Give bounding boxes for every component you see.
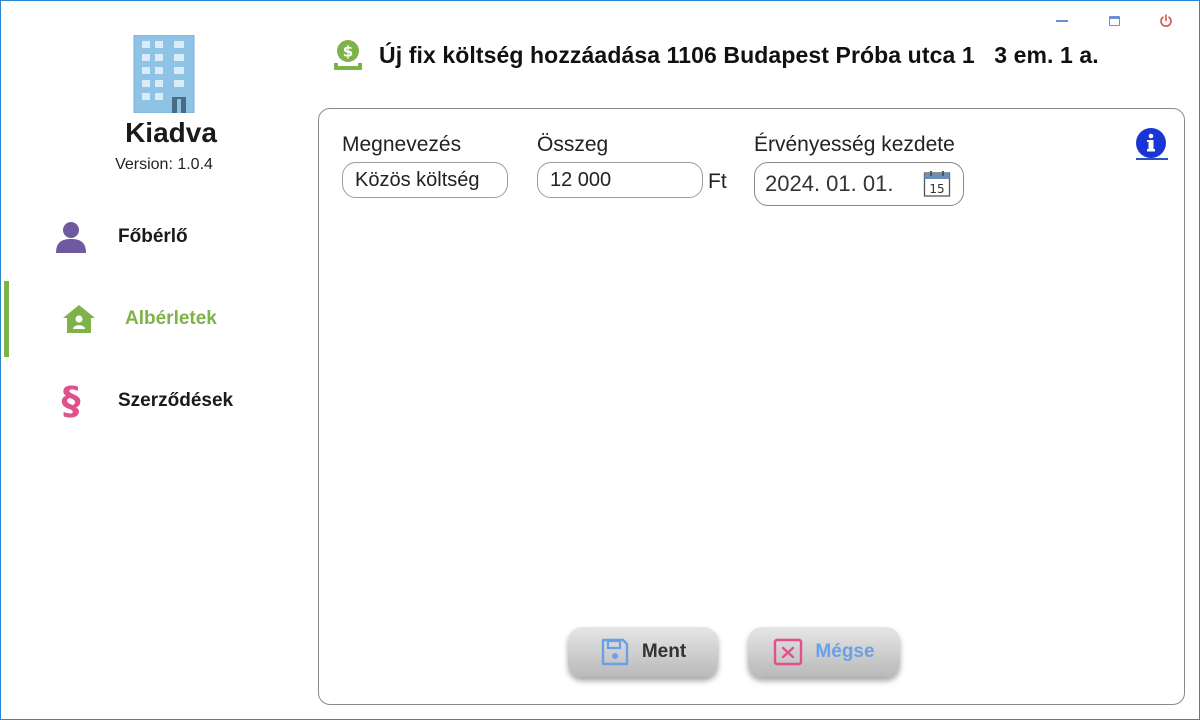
paragraph-icon: § (61, 379, 81, 423)
calendar-icon[interactable]: 15 (923, 170, 951, 198)
page-header: $ Új fix költség hozzáadása 1106 Budapes… (331, 37, 1099, 73)
info-icon[interactable] (1134, 126, 1168, 160)
person-icon (53, 219, 89, 255)
floppy-disk-icon (600, 637, 630, 667)
amount-unit: Ft (708, 170, 727, 193)
sidebar-item-foberlo[interactable]: Főbérlő (1, 199, 301, 275)
sidebar-item-label: Albérletek (125, 308, 217, 329)
sidebar-item-szerzodesek[interactable]: § Szerződések (1, 363, 301, 439)
cancel-button-label: Mégse (815, 641, 875, 662)
app-name: Kiadva (125, 117, 217, 148)
start-date-label: Érvényesség kezdete (754, 133, 955, 156)
sidebar: Kiadva Version: 1.0.4 Főbérlő Albérletek (1, 1, 301, 720)
close-icon (773, 637, 803, 667)
svg-text:$: $ (343, 43, 353, 61)
amount-input[interactable]: 12 000 (537, 162, 703, 198)
calendar-day: 15 (929, 182, 944, 196)
building-logo-icon (132, 34, 196, 114)
form-panel: Megnevezés Közös költség Összeg 12 000 F… (318, 108, 1185, 705)
app-window: Kiadva Version: 1.0.4 Főbérlő Albérletek (0, 0, 1200, 720)
window-controls (1051, 11, 1177, 31)
minimize-icon[interactable] (1051, 11, 1073, 31)
sidebar-item-label: Szerződések (118, 390, 234, 411)
app-version: Version: 1.0.4 (115, 156, 213, 173)
sidebar-item-alberletek[interactable]: Albérletek (1, 281, 301, 357)
sidebar-item-label: Főbérlő (118, 226, 188, 247)
start-date-picker[interactable]: 2024. 01. 01. 15 (754, 162, 964, 206)
name-label: Megnevezés (342, 133, 462, 156)
money-icon: $ (331, 38, 365, 72)
page-title: Új fix költség hozzáadása 1106 Budapest … (379, 41, 1099, 68)
start-date-value: 2024. 01. 01. (765, 171, 894, 196)
info-underline (1136, 158, 1168, 160)
save-button[interactable]: Ment (568, 627, 718, 677)
active-indicator (4, 281, 9, 357)
maximize-icon[interactable] (1103, 11, 1125, 31)
cancel-button[interactable]: Mégse (748, 627, 900, 677)
amount-label: Összeg (537, 133, 609, 156)
name-input[interactable]: Közös költség (342, 162, 508, 198)
home-icon (61, 301, 97, 337)
power-icon[interactable] (1155, 11, 1177, 31)
save-button-label: Ment (641, 641, 687, 662)
